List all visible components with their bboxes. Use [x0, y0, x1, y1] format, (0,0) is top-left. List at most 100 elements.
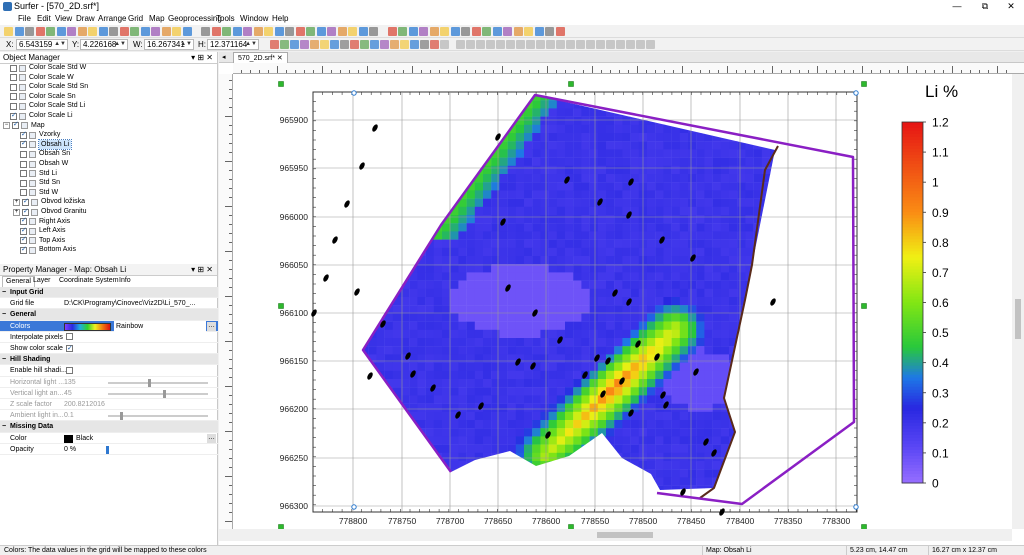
- property-horizontal-light[interactable]: Horizontal light ... 135: [0, 377, 218, 388]
- visibility-checkbox[interactable]: [20, 130, 27, 139]
- toolbar-button-icon[interactable]: [482, 27, 491, 36]
- toolbar-button-icon[interactable]: [536, 40, 545, 49]
- collapse-icon[interactable]: −: [2, 354, 6, 365]
- maximize-button[interactable]: ⧉: [972, 0, 998, 13]
- toolbar-button-icon[interactable]: [56, 27, 66, 36]
- tree-item-color-scale-w[interactable]: Color Scale W: [0, 73, 218, 83]
- visibility-checkbox[interactable]: [20, 245, 27, 254]
- minimize-button[interactable]: —: [944, 0, 970, 13]
- toolbar-button-icon[interactable]: [140, 27, 150, 36]
- toolbar-button-icon[interactable]: [380, 40, 389, 49]
- resize-handle[interactable]: [568, 81, 574, 87]
- menu-file[interactable]: File: [18, 13, 31, 25]
- toolbar-button-icon[interactable]: [626, 40, 635, 49]
- vertical-scrollbar[interactable]: [1012, 74, 1024, 529]
- toolbar-button-icon[interactable]: [222, 27, 231, 36]
- close-tab-icon[interactable]: ✕: [277, 55, 283, 62]
- property-value[interactable]: 200.8212016: [64, 399, 105, 410]
- toolbar-button-icon[interactable]: [466, 40, 475, 49]
- visibility-checkbox[interactable]: [22, 197, 29, 206]
- tree-item-obvod-granitu[interactable]: + Obvod Granitu: [0, 207, 218, 217]
- property-enable-hill-shadi[interactable]: Enable hill shadi...: [0, 365, 218, 377]
- toolbar-button-icon[interactable]: [98, 27, 108, 36]
- toolbar-button-icon[interactable]: [211, 27, 221, 36]
- toolbar-button-icon[interactable]: [546, 40, 555, 49]
- color-scale-bar[interactable]: Li % 1.2 1.1 1 0.9 0.8 0.7 0.6 0.5 0.4 0.3 0.2 0.1 0: [901, 82, 958, 491]
- section-hill-shading[interactable]: − Hill Shading: [0, 354, 218, 366]
- toolbar-button-icon[interactable]: [400, 40, 409, 49]
- tab-coordinate-system[interactable]: Coordinate System: [56, 276, 122, 286]
- rotate-handle[interactable]: [853, 90, 859, 96]
- tree-item-left-axis[interactable]: Left Axis: [0, 226, 218, 236]
- rotate-handle[interactable]: [351, 504, 357, 510]
- visibility-checkbox[interactable]: [20, 150, 27, 158]
- toolbar-button-icon[interactable]: [526, 40, 535, 49]
- property-value[interactable]: D:\CK\Programy\Cinovec\Viz2D\Li_570_...: [64, 298, 195, 309]
- tree-item-std-li[interactable]: Std Li: [0, 169, 218, 179]
- toolbar-button-icon[interactable]: [306, 27, 315, 36]
- visibility-checkbox[interactable]: [20, 226, 27, 235]
- property-z-scale-factor[interactable]: Z scale factor 200.8212016: [0, 399, 218, 411]
- color-dropdown-button[interactable]: …: [207, 433, 216, 443]
- tree-item-obsah-w[interactable]: Obsah W: [0, 159, 218, 169]
- height-field[interactable]: 12.371164 ▲▼: [207, 39, 259, 50]
- rainbow-gradient-swatch[interactable]: [64, 322, 111, 331]
- menu-view[interactable]: View: [55, 13, 72, 25]
- resize-handle[interactable]: [861, 81, 867, 87]
- tab-info[interactable]: Info: [116, 276, 134, 286]
- toolbar-button-icon[interactable]: [606, 40, 615, 49]
- toolbar-button-icon[interactable]: [274, 27, 284, 36]
- toolbar-button-icon[interactable]: [534, 27, 544, 36]
- tree-item-obsah-li[interactable]: Obsah Li: [0, 138, 218, 151]
- toolbar-button-icon[interactable]: [88, 27, 97, 36]
- visibility-checkbox[interactable]: [12, 120, 19, 130]
- visibility-checkbox[interactable]: [20, 139, 27, 149]
- toolbar-button-icon[interactable]: [545, 27, 554, 36]
- toolbar-button-icon[interactable]: [119, 27, 129, 36]
- visibility-checkbox[interactable]: [20, 189, 27, 197]
- visibility-checkbox[interactable]: [20, 179, 27, 187]
- visibility-checkbox[interactable]: [20, 170, 27, 178]
- menu-window[interactable]: Window: [240, 13, 268, 25]
- toolbar-button-icon[interactable]: [496, 40, 505, 49]
- menu-map[interactable]: Map: [149, 13, 165, 25]
- panel-pin-icon[interactable]: ▾ ⊞ ✕: [191, 264, 213, 275]
- tree-item-color-scale-std-li[interactable]: Color Scale Std Li: [0, 101, 218, 111]
- toolbar-button-icon[interactable]: [360, 40, 369, 49]
- toolbar-button-icon[interactable]: [350, 40, 359, 49]
- property-value[interactable]: 45: [64, 388, 72, 399]
- tree-item-color-scale-std-sn[interactable]: Color Scale Std Sn: [0, 82, 218, 92]
- horizontal-scroll-thumb[interactable]: [597, 532, 653, 538]
- tree-item-bottom-axis[interactable]: Bottom Axis: [0, 245, 218, 255]
- toolbar-button-icon[interactable]: [348, 27, 357, 36]
- tree-item-color-scale-sn[interactable]: Color Scale Sn: [0, 92, 218, 102]
- toolbar-button-icon[interactable]: [471, 27, 481, 36]
- collapse-icon[interactable]: −: [2, 309, 6, 320]
- toolbar-button-icon[interactable]: [172, 27, 181, 36]
- section-missing-data[interactable]: − Missing Data: [0, 421, 218, 433]
- expand-toggle-icon[interactable]: +: [13, 208, 20, 216]
- toolbar-button-icon[interactable]: [555, 27, 565, 36]
- tree-item-right-axis[interactable]: Right Axis: [0, 216, 218, 227]
- toolbar-button-icon[interactable]: [316, 27, 326, 36]
- menu-draw[interactable]: Draw: [76, 13, 95, 25]
- color-swatch[interactable]: [64, 434, 73, 443]
- toolbar-button-icon[interactable]: [420, 40, 429, 49]
- menu-grid[interactable]: Grid: [128, 13, 143, 25]
- tree-item-std-sn[interactable]: Std Sn: [0, 178, 218, 188]
- toolbar-button-icon[interactable]: [340, 40, 349, 49]
- visibility-checkbox[interactable]: [10, 102, 17, 110]
- visibility-checkbox[interactable]: [10, 111, 17, 120]
- slider-thumb[interactable]: [148, 378, 151, 387]
- slider-thumb[interactable]: [120, 412, 123, 421]
- property-checkbox[interactable]: [66, 366, 73, 374]
- menu-tools[interactable]: Tools: [216, 13, 235, 25]
- toolbar-button-icon[interactable]: [337, 27, 347, 36]
- map-plot[interactable]: 965900 965950 966000 966050 966100 966150 9662…: [233, 74, 1012, 529]
- menu-help[interactable]: Help: [272, 13, 288, 25]
- toolbar-button-icon[interactable]: [280, 40, 289, 49]
- resize-handle[interactable]: [861, 303, 867, 309]
- toolbar-button-icon[interactable]: [67, 27, 76, 36]
- toolbar-button-icon[interactable]: [264, 27, 273, 36]
- tree-item-std-w[interactable]: Std W: [0, 188, 218, 198]
